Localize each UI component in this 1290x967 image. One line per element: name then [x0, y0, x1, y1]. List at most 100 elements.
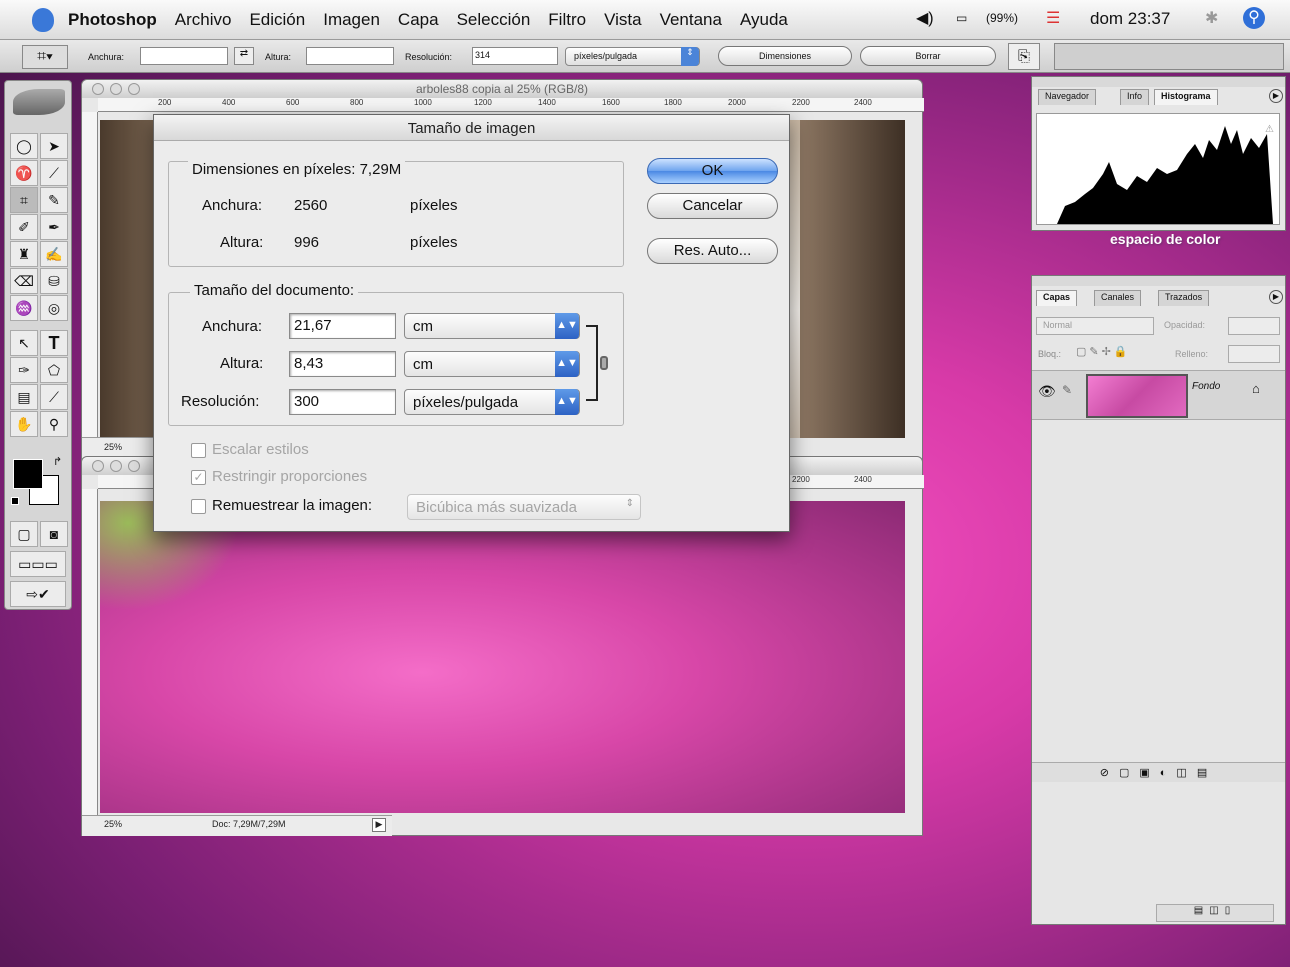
zoom-tool-icon[interactable]: ⚲ [40, 411, 68, 437]
jump-to-imageready-icon[interactable]: ⇨✔ [10, 581, 66, 607]
swap-colors-icon[interactable]: ↱ [53, 455, 62, 468]
vertical-ruler[interactable] [82, 112, 98, 437]
fill-input[interactable] [1228, 345, 1280, 363]
lasso-tool-icon[interactable]: ♈ [10, 160, 38, 186]
battery-icon[interactable]: ▭ [956, 11, 967, 25]
menu-ayuda[interactable]: Ayuda [740, 10, 788, 30]
palette-title-bar[interactable] [1032, 77, 1285, 87]
zoom-window-icon[interactable] [128, 83, 140, 95]
magic-wand-tool-icon[interactable]: ⟋ [40, 160, 68, 186]
flag-icon[interactable]: ☰ [1046, 8, 1060, 28]
slice-tool-icon[interactable]: ✎ [40, 187, 68, 213]
blur-tool-icon[interactable]: ♒ [10, 295, 38, 321]
height-input[interactable] [306, 47, 394, 65]
clear-button[interactable]: Borrar [860, 46, 996, 66]
foreground-color-swatch[interactable] [13, 459, 43, 489]
layer-row-fondo[interactable]: 👁 ✎ Fondo ⌂ [1032, 370, 1285, 420]
hand-tool-icon[interactable]: ✋ [10, 411, 38, 437]
menu-imagen[interactable]: Imagen [323, 10, 380, 30]
move-tool-icon[interactable]: ➤ [40, 133, 68, 159]
resolution-input[interactable]: 314 [472, 47, 558, 65]
close-icon[interactable] [92, 460, 104, 472]
scale-styles-checkbox[interactable] [191, 443, 206, 458]
clone-stamp-tool-icon[interactable]: ♜ [10, 241, 38, 267]
swap-icon[interactable]: ⇄ [234, 47, 254, 65]
tab-info[interactable]: Info [1120, 89, 1150, 105]
clock[interactable]: dom 23:37 [1090, 9, 1170, 29]
width-input[interactable] [140, 47, 228, 65]
minimize-icon[interactable] [110, 460, 122, 472]
palette-menu-icon[interactable]: ▶ [1269, 290, 1283, 304]
tab-capas[interactable]: Capas [1036, 290, 1078, 306]
standard-mode-icon[interactable]: ▢ [10, 521, 38, 547]
opacity-input[interactable] [1228, 317, 1280, 335]
marquee-tool-icon[interactable]: ◯ [10, 133, 38, 159]
close-icon[interactable] [92, 83, 104, 95]
history-brush-tool-icon[interactable]: ✍ [40, 241, 68, 267]
dimensions-button[interactable]: Dimensiones [718, 46, 852, 66]
palette-well[interactable] [1054, 43, 1284, 70]
palette-well-icon[interactable]: ⎘ [1008, 43, 1040, 70]
eraser-tool-icon[interactable]: ⌫ [10, 268, 38, 294]
shape-tool-icon[interactable]: ⬠ [40, 357, 68, 383]
zoom-window-icon[interactable] [128, 460, 140, 472]
tab-canales[interactable]: Canales [1094, 290, 1142, 306]
doc-height-input[interactable]: 8,43 [289, 351, 396, 377]
horizontal-ruler[interactable]: 200 400 600 800 1000 1200 1400 1600 1800… [98, 98, 924, 112]
menu-seleccion[interactable]: Selección [457, 10, 531, 30]
healing-brush-tool-icon[interactable]: ✐ [10, 214, 38, 240]
menu-edicion[interactable]: Edición [249, 10, 305, 30]
status-menu-arrow-icon[interactable]: ▶ [372, 818, 386, 832]
blend-mode-select[interactable]: Normal [1036, 317, 1154, 335]
apple-menu-icon[interactable] [32, 7, 54, 32]
spotlight-icon[interactable]: ⚲ [1243, 7, 1265, 29]
zoom-level[interactable]: 25% [104, 819, 122, 829]
vertical-ruler[interactable] [82, 489, 98, 815]
document-title-bar[interactable]: arboles88 copia al 25% (RGB/8) [82, 80, 922, 98]
screen-mode-icon[interactable]: ▭▭▭ [10, 551, 66, 577]
doc-info[interactable]: Doc: 7,29M/7,29M [212, 819, 286, 829]
layers-footer-buttons[interactable]: ⊘▢▣◐◫▤ [1032, 762, 1285, 782]
palette-menu-icon[interactable]: ▶ [1269, 89, 1283, 103]
resolution-unit-select[interactable]: píxeles/pulgada ▲▼ [404, 389, 580, 415]
doc-width-input[interactable]: 21,67 [289, 313, 396, 339]
path-selection-tool-icon[interactable]: ↖ [10, 330, 38, 356]
tab-histograma[interactable]: Histograma [1154, 89, 1218, 105]
paths-footer-buttons[interactable]: ▤◫▯ [1156, 904, 1274, 922]
pen-tool-icon[interactable]: ✑ [10, 357, 38, 383]
menu-vista[interactable]: Vista [604, 10, 642, 30]
palette-title-bar[interactable] [1032, 276, 1285, 286]
resample-checkbox[interactable] [191, 499, 206, 514]
resolution-unit-select[interactable]: píxeles/pulgada ⇕ [565, 47, 700, 66]
flower-image-canvas[interactable] [100, 501, 905, 813]
brush-tool-icon[interactable]: ✒ [40, 214, 68, 240]
auto-resolution-button[interactable]: Res. Auto... [647, 238, 778, 264]
doc-height-unit-select[interactable]: cm ▲▼ [404, 351, 580, 377]
brush-link-icon[interactable]: ✎ [1062, 383, 1072, 397]
menu-archivo[interactable]: Archivo [175, 10, 232, 30]
eyedropper-tool-icon[interactable]: ⟋ [40, 384, 68, 410]
type-tool-icon[interactable]: T [40, 330, 68, 356]
constrain-proportions-checkbox[interactable]: ✓ [191, 470, 206, 485]
resolution-input[interactable]: 300 [289, 389, 396, 415]
notes-tool-icon[interactable]: ▤ [10, 384, 38, 410]
default-colors-icon[interactable] [11, 497, 19, 505]
crop-tool-preset-icon[interactable]: ⌗▾ [22, 45, 68, 69]
menu-capa[interactable]: Capa [398, 10, 439, 30]
doc-width-unit-select[interactable]: cm ▲▼ [404, 313, 580, 339]
crop-tool-icon[interactable]: ⌗ [10, 187, 38, 213]
menu-filtro[interactable]: Filtro [548, 10, 586, 30]
menu-ventana[interactable]: Ventana [660, 10, 722, 30]
feather-logo-icon[interactable] [13, 89, 65, 115]
resample-method-select[interactable]: Bicúbica más suavizada ⇕ [407, 494, 641, 520]
menu-app-photoshop[interactable]: Photoshop [68, 10, 157, 30]
ok-button[interactable]: OK [647, 158, 778, 184]
lock-icons[interactable]: ▢✎✢🔒 [1076, 345, 1131, 358]
tab-trazados[interactable]: Trazados [1158, 290, 1210, 306]
paint-bucket-tool-icon[interactable]: ⛁ [40, 268, 68, 294]
volume-icon[interactable]: ◀) [916, 8, 934, 28]
quick-mask-icon[interactable]: ◙ [40, 521, 68, 547]
tab-navegador[interactable]: Navegador [1038, 89, 1097, 105]
dodge-tool-icon[interactable]: ◎ [40, 295, 68, 321]
eye-icon[interactable]: 👁 [1038, 383, 1056, 400]
